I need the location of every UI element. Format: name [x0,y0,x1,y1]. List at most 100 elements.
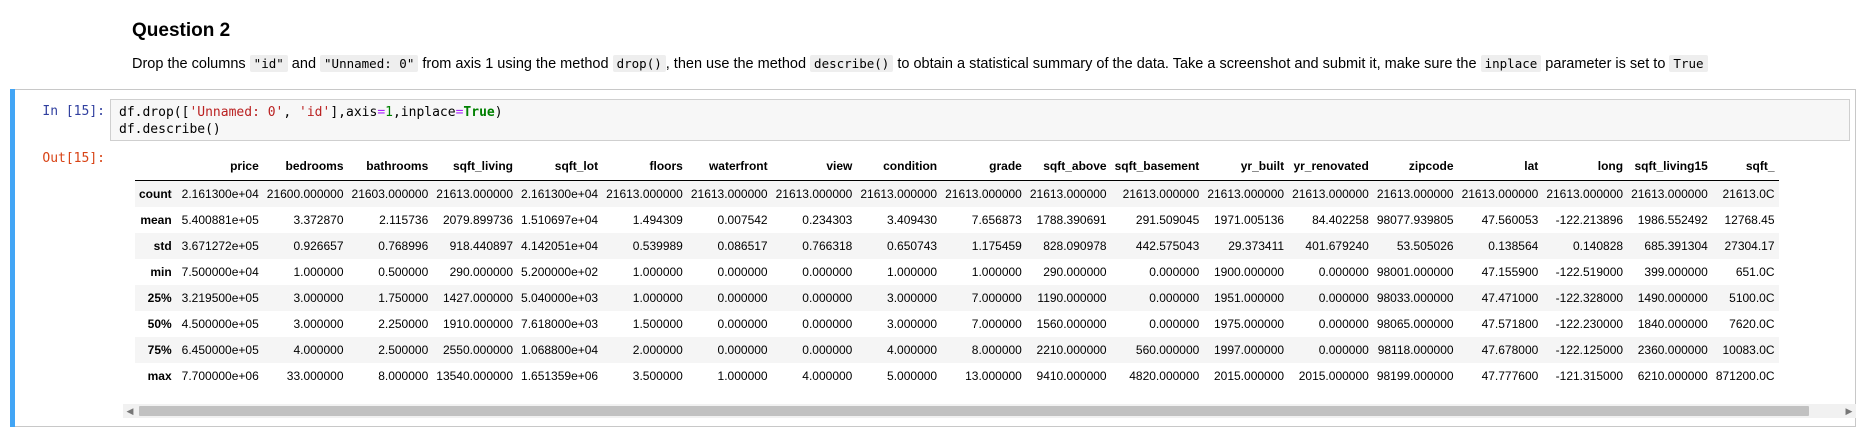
table-cell: 1.000000 [632,291,683,305]
table-cell: 1190.000000 [1037,291,1107,305]
table-cell: 7.000000 [971,317,1022,331]
table-cell: 3.671272e+05 [181,239,259,253]
table-cell: 0.000000 [1318,343,1369,357]
table-cell: 1.510697e+04 [521,213,599,227]
table-cell: 0.234303 [802,213,853,227]
index-header [135,152,178,181]
table-cell: 2550.000000 [442,343,514,357]
table-cell: 47.571800 [1481,317,1539,331]
row-label: mean [140,213,172,227]
table-cell: 6210.000000 [1637,369,1708,383]
table-cell: 7.700000e+06 [181,369,259,383]
table-cell: 871200.0C [1715,369,1775,383]
table-cell: 2360.000000 [1637,343,1708,357]
table-cell: 0.000000 [802,265,853,279]
table-cell: 1.000000 [632,265,683,279]
table-cell: 3.000000 [293,291,344,305]
cell-selection-bar [10,89,15,427]
table-cell: 828.090978 [1043,239,1107,253]
column-header: long [1542,152,1628,181]
column-header: price [177,152,263,181]
table-cell: 13.000000 [965,369,1022,383]
table-row: count 2.161300e+04 21600.000000 21603.00000… [135,180,1779,207]
column-header: sqft_lot [517,152,603,181]
table-cell: 1427.000000 [442,291,514,305]
row-label: 75% [147,343,172,357]
horizontal-scrollbar[interactable]: ◀ ▶ [123,404,1856,418]
table-cell: 0.000000 [802,343,853,357]
table-cell: 4.000000 [802,369,853,383]
column-header: yr_renovated [1288,152,1373,181]
table-cell: 1840.000000 [1637,317,1708,331]
column-header: floors [602,152,687,181]
table-cell: 3.000000 [293,317,344,331]
table-cell: 2.115736 [379,213,429,227]
column-header: lat [1457,152,1543,181]
table-cell: 0.000000 [1318,317,1369,331]
table-cell: 290.000000 [1043,265,1107,279]
table-cell: 5.400881e+05 [181,213,259,227]
table-cell: 21613.0C [1722,187,1775,201]
column-header: sqft_above [1025,152,1111,181]
table-cell: 0.768996 [378,239,429,253]
table-cell: 98001.000000 [1376,265,1454,279]
row-label: 50% [147,317,172,331]
table-cell: 0.000000 [1149,317,1200,331]
question-text: Drop the columns "id" and "Unnamed: 0" f… [132,55,1708,72]
row-label: max [147,369,172,383]
table-cell: 0.000000 [717,343,768,357]
table-cell: 4820.000000 [1129,369,1200,383]
table-cell: 0.926657 [293,239,344,253]
column-header: sqft_ [1711,152,1779,181]
table-cell: 0.086517 [717,239,768,253]
table-cell: 3.219500e+05 [181,291,259,305]
table-cell: 98118.000000 [1377,343,1454,357]
code-token: ,inplace [392,105,456,120]
table-cell: 21613.000000 [860,187,938,201]
inline-code: "id" [249,55,288,72]
code-editor[interactable]: df.drop(['Unnamed: 0', 'id'],axis=1,inpl… [110,99,1850,141]
inline-code: inplace [1480,55,1542,72]
table-cell: 1.175459 [971,239,1022,253]
table-cell: 0.000000 [717,291,768,305]
table-cell: 21613.000000 [775,187,853,201]
column-header: view [771,152,857,181]
table-cell: 0.650743 [887,239,938,253]
column-header: zipcode [1372,152,1458,181]
table-cell: 0.766318 [802,239,853,253]
column-header: condition [856,152,942,181]
table-row: std 3.671272e+05 0.926657 0.768996 918.44089… [135,233,1779,259]
table-cell: 47.777600 [1481,369,1539,383]
table-cell: 12768.45 [1724,213,1775,227]
table-cell: 2079.899736 [442,213,514,227]
text-segment: to obtain a statistical summary of the d… [893,56,1481,72]
table-cell: 401.679240 [1305,239,1369,253]
column-header: sqft_living [432,152,518,181]
table-cell: 0.140828 [1573,239,1624,253]
table-cell: 0.000000 [1318,265,1369,279]
table-cell: 651.0C [1735,265,1775,279]
table-cell: 5.000000 [887,369,938,383]
table-cell: 0.000000 [1149,291,1200,305]
table-cell: 33.000000 [286,369,344,383]
table-cell: 21613.000000 [1207,187,1285,201]
table-cell: 0.539989 [632,239,683,253]
table-cell: 0.500000 [378,265,429,279]
row-label: std [153,239,172,253]
column-header: waterfront [686,152,772,181]
table-cell: 1910.000000 [442,317,514,331]
header-row: price bedrooms bathrooms sqft_living sqft_lo… [135,152,1779,181]
scroll-thumb[interactable] [139,406,1809,416]
code-token: True [463,105,495,120]
code-token: , [283,105,300,120]
table-cell: -122.213896 [1555,213,1624,227]
table-cell: 7.000000 [971,291,1022,305]
code-cell[interactable]: In [15]: df.drop(['Unnamed: 0', 'id'],ax… [10,89,1856,427]
table-cell: 1.000000 [971,265,1022,279]
table-cell: 1788.390691 [1036,213,1107,227]
inline-code: drop() [612,55,666,72]
scroll-right-icon[interactable]: ▶ [1842,404,1856,418]
scroll-left-icon[interactable]: ◀ [123,404,137,418]
table-cell: 9410.000000 [1036,369,1107,383]
table-cell: 2.250000 [378,317,429,331]
